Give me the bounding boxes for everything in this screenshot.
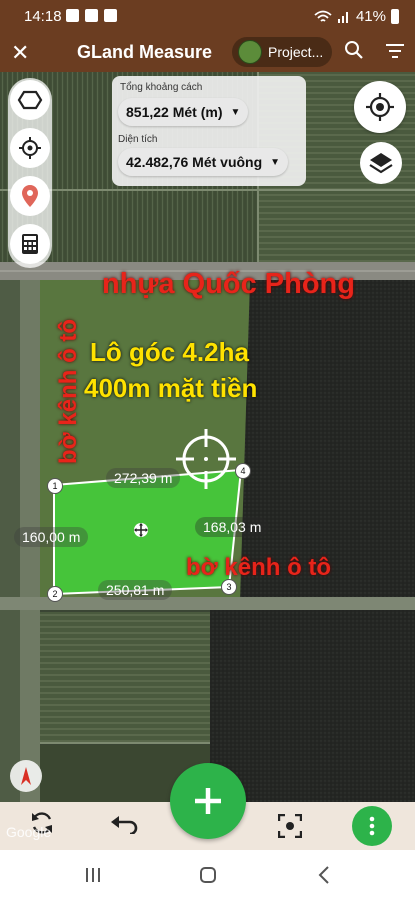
app-bar: ✕ GLand Measure Project... [0,34,415,72]
overlay-text-left-canal: bờ kênh ô tô [55,318,82,464]
close-icon[interactable]: ✕ [11,40,29,66]
area-value: 42.482,76 Mét vuông [126,154,263,170]
crosshair-icon [176,429,236,489]
calculator-icon [22,234,38,254]
calculator-button[interactable] [10,224,50,264]
gps-point-button[interactable] [10,128,50,168]
more-options-button[interactable] [352,806,392,846]
move-polygon-icon[interactable] [133,522,149,538]
status-time: 14:18 [24,8,62,25]
map-pin-icon [22,185,38,207]
edge-label-bottom: 250,81 m [98,580,173,600]
add-point-button[interactable] [170,763,246,839]
vertex-label: 4 [240,466,246,476]
overlay-text-road: nhựa Quốc Phòng [102,268,355,300]
distance-unit-dropdown[interactable]: 851,22 Mét (m) ▼ [118,98,249,126]
notification-icons [66,9,117,22]
vertex-label: 3 [226,582,232,592]
home-icon[interactable] [199,866,217,884]
edge-label-right: 168,03 m [195,517,270,537]
layers-icon [369,153,393,174]
status-right: 41% [314,8,399,25]
google-attribution: Google [6,824,52,840]
system-nav-bar [0,850,415,900]
overlay-text-canal-right: bờ kênh ô tô [186,554,332,581]
overlay-text-lot: Lô góc 4.2ha [90,337,249,367]
gallery-notification-icon [85,9,98,22]
search-icon[interactable] [344,40,364,65]
distance-label: Tổng khoảng cách [120,82,203,93]
left-toolbar [8,78,52,268]
my-location-button[interactable] [354,81,406,133]
battery-percent: 41% [355,8,386,25]
plus-icon [195,788,221,814]
status-bar: 14:18 41% [0,0,415,34]
vertex-marker[interactable]: 1 [47,478,63,494]
chevron-down-icon: ▼ [270,156,281,168]
my-location-icon [366,93,394,121]
undo-icon[interactable] [110,814,138,839]
gps-icon [19,137,41,159]
polygon-icon [17,90,43,110]
recent-apps-icon[interactable] [85,867,101,883]
fit-screen-icon[interactable] [277,813,303,843]
edge-label-top: 272,39 m [106,468,181,488]
battery-icon [391,9,399,24]
vertex-label: 1 [52,481,58,491]
vertex-marker[interactable]: 3 [221,579,237,595]
polygon-tool-button[interactable] [10,80,50,120]
project-selector[interactable]: Project... [232,37,332,67]
project-avatar [238,40,262,64]
area-unit-dropdown[interactable]: 42.482,76 Mét vuông ▼ [118,148,289,176]
back-icon[interactable] [318,866,330,884]
overlay-text-frontage: 400m mặt tiền [84,373,258,403]
chevron-down-icon: ▼ [230,106,241,118]
area-label: Diện tích [118,134,158,145]
measurement-panel: Tổng khoảng cách 851,22 Mét (m) ▼ Diện t… [112,76,306,186]
more-vert-icon [369,816,375,836]
marker-button[interactable] [10,176,50,216]
edge-label-left: 160,00 m [14,527,89,547]
wifi-icon [314,10,332,22]
signal-icon [337,11,348,23]
compass-icon[interactable] [10,760,42,792]
vertex-marker[interactable]: 2 [47,586,63,602]
filter-icon[interactable] [385,43,405,64]
layers-button[interactable] [360,142,402,184]
check-notification-icon [104,9,117,22]
image-notification-icon [66,9,79,22]
app-title: GLand Measure [77,42,213,62]
distance-value: 851,22 Mét (m) [126,104,223,120]
project-label: Project... [268,44,324,60]
vertex-label: 2 [52,589,58,599]
